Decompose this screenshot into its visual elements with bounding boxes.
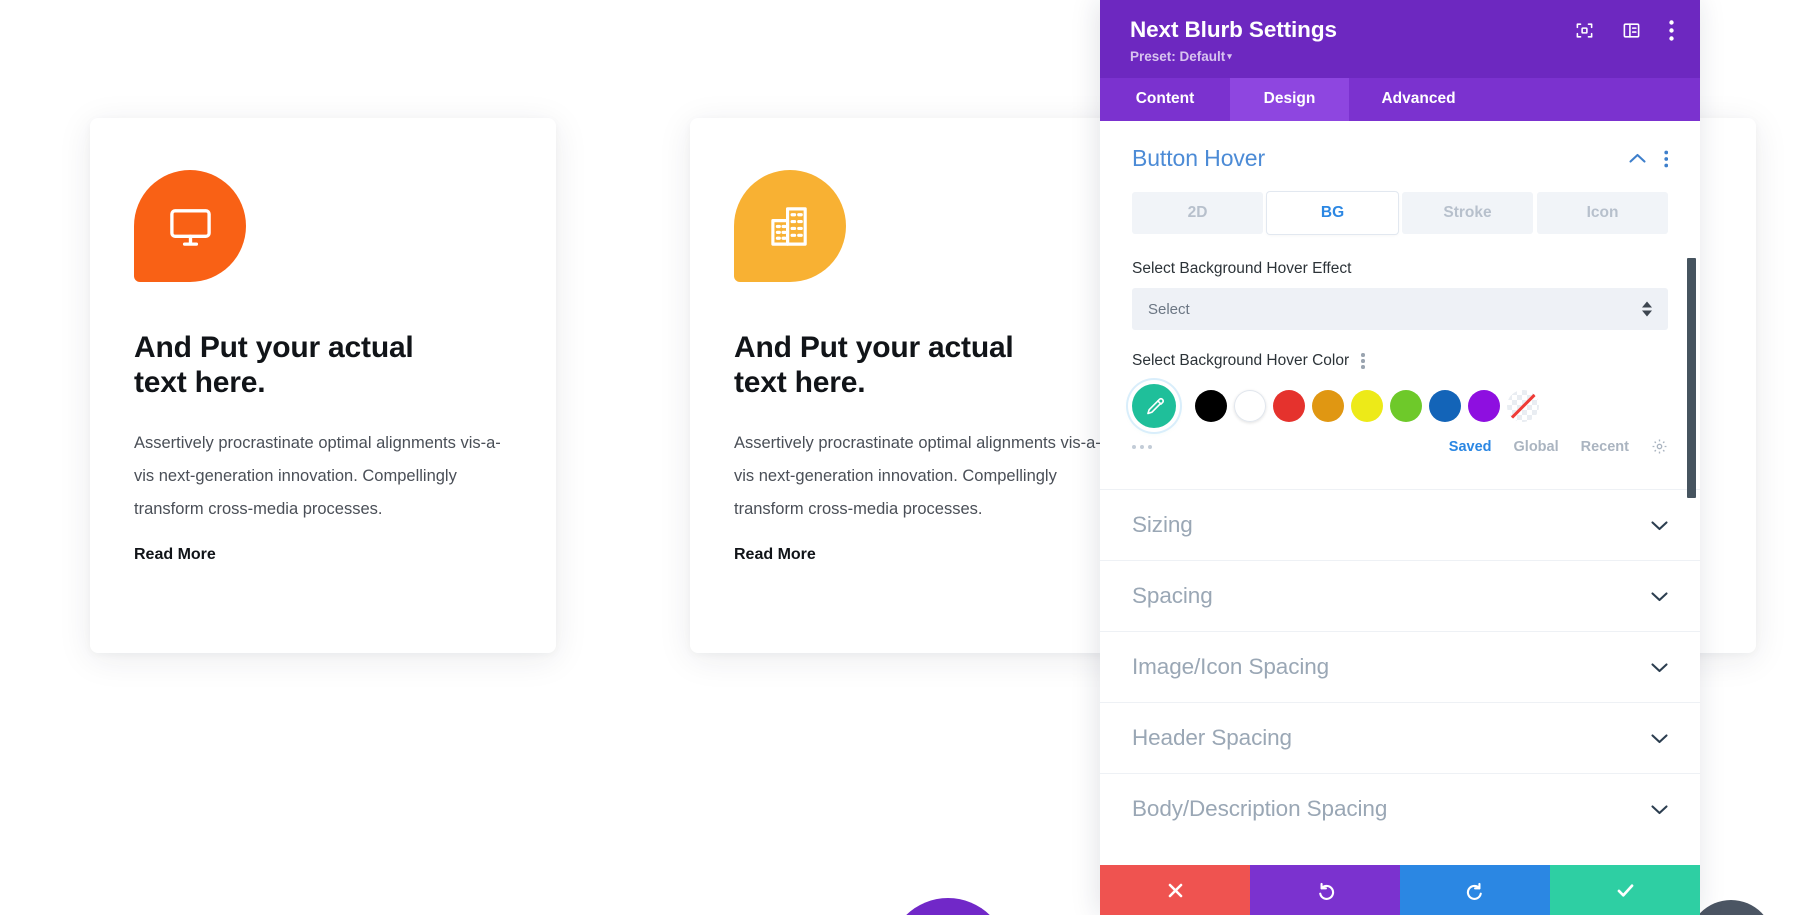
chevron-down-icon <box>1651 591 1668 602</box>
undo-icon <box>1315 880 1336 901</box>
blurb-card[interactable]: And Put your actual text here. Assertive… <box>90 118 556 653</box>
swatch-green[interactable] <box>1390 390 1422 423</box>
accordion-label: Image/Icon Spacing <box>1132 654 1330 680</box>
floating-gray-circle <box>1688 900 1774 915</box>
focus-mode-icon[interactable] <box>1575 21 1594 40</box>
accordion-header-spacing[interactable]: Header Spacing <box>1100 702 1700 773</box>
accordion-label: Spacing <box>1132 583 1213 609</box>
accordion-sizing[interactable]: Sizing <box>1100 489 1700 560</box>
panel-scroll-area: Button Hover 2D BG Stroke Icon Select Ba… <box>1100 121 1700 865</box>
redo-icon <box>1465 880 1486 901</box>
select-arrows-icon <box>1642 301 1652 317</box>
swatch-white[interactable] <box>1234 390 1266 423</box>
scrollbar-thumb[interactable] <box>1687 258 1696 499</box>
settings-panel: Next Blurb Settings Preset: Default ▾ Co… <box>1100 0 1700 915</box>
section-header-button-hover: Button Hover <box>1100 121 1700 192</box>
tab-content[interactable]: Content <box>1100 78 1230 121</box>
swatch-black[interactable] <box>1195 390 1227 423</box>
background-hover-effect-field: Select Background Hover Effect Select <box>1100 260 1700 331</box>
blurb-title: And Put your actual text here. <box>734 331 1014 400</box>
accordion-body-description-spacing[interactable]: Body/Description Spacing <box>1100 773 1700 844</box>
section-actions <box>1628 150 1669 168</box>
accordion-spacing[interactable]: Spacing <box>1100 560 1700 631</box>
panel-scrollbar[interactable] <box>1687 121 1698 865</box>
monitor-icon <box>167 203 214 250</box>
background-hover-effect-select[interactable]: Select <box>1132 288 1668 331</box>
hover-type-toggle-group: 2D BG Stroke Icon <box>1132 192 1668 235</box>
section-title: Button Hover <box>1132 145 1266 172</box>
caret-down-icon: ▾ <box>1227 51 1232 62</box>
panel-tabs: Content Design Advanced <box>1100 78 1700 122</box>
kebab-menu-icon[interactable] <box>1663 150 1669 168</box>
swatch-orange[interactable] <box>1312 390 1344 423</box>
swatch-red[interactable] <box>1273 390 1305 423</box>
palette-tabs: Saved Global Recent <box>1449 438 1668 455</box>
cancel-button[interactable] <box>1100 865 1250 915</box>
floating-purple-circle <box>888 898 1008 915</box>
chevron-down-icon <box>1651 804 1668 815</box>
kebab-menu-icon[interactable] <box>1361 353 1365 369</box>
undo-button[interactable] <box>1250 865 1400 915</box>
kebab-menu-icon[interactable] <box>1669 20 1674 41</box>
blurb-title: And Put your actual text here. <box>134 331 414 400</box>
toggle-bg[interactable]: BG <box>1267 192 1398 235</box>
background-hover-color-label: Select Background Hover Color <box>1132 352 1668 370</box>
building-icon <box>767 203 814 250</box>
toggle-stroke[interactable]: Stroke <box>1402 192 1533 235</box>
swatch-yellow[interactable] <box>1351 390 1383 423</box>
chevron-down-icon <box>1651 733 1668 744</box>
palette-tab-recent[interactable]: Recent <box>1581 439 1629 455</box>
swatch-blue[interactable] <box>1429 390 1461 423</box>
gear-icon[interactable] <box>1651 438 1668 455</box>
accordion-label: Header Spacing <box>1132 725 1292 751</box>
panel-header: Next Blurb Settings Preset: Default ▾ <box>1100 0 1700 79</box>
blurb-icon-blob <box>734 170 846 282</box>
toggle-2d[interactable]: 2D <box>1132 192 1263 235</box>
accordion-label: Sizing <box>1132 512 1193 538</box>
eyedropper-icon[interactable] <box>1132 384 1176 429</box>
blurb-card[interactable]: And Put your actual text here. Assertive… <box>690 118 1156 653</box>
save-button[interactable] <box>1550 865 1700 915</box>
check-icon <box>1615 880 1636 901</box>
design-accordion-list: Sizing Spacing Image/Icon Spacing Header… <box>1100 489 1700 844</box>
blurb-body: Assertively procrastinate optimal alignm… <box>734 433 1101 518</box>
panel-header-actions <box>1575 20 1674 41</box>
color-palette-meta-row: Saved Global Recent <box>1100 428 1700 455</box>
swatch-none[interactable] <box>1507 390 1539 423</box>
background-hover-color-field: Select Background Hover Color <box>1100 352 1700 370</box>
toggle-icon[interactable]: Icon <box>1537 192 1668 235</box>
tab-advanced[interactable]: Advanced <box>1349 78 1488 121</box>
tab-design[interactable]: Design <box>1230 78 1349 122</box>
redo-button[interactable] <box>1400 865 1550 915</box>
field-label-text: Select Background Hover Color <box>1132 352 1350 370</box>
swatch-purple[interactable] <box>1468 390 1500 423</box>
ellipsis-icon[interactable] <box>1132 444 1152 449</box>
preset-selector[interactable]: Preset: Default ▾ <box>1130 49 1670 64</box>
color-swatch-row <box>1100 384 1700 429</box>
panel-footer <box>1100 865 1700 915</box>
blurb-body: Assertively procrastinate optimal alignm… <box>134 433 501 518</box>
chevron-down-icon <box>1651 662 1668 673</box>
select-value: Select <box>1148 300 1190 318</box>
palette-tab-global[interactable]: Global <box>1514 439 1559 455</box>
field-label-text: Select Background Hover Effect <box>1132 260 1352 278</box>
palette-tab-saved[interactable]: Saved <box>1449 439 1492 455</box>
panel-body: Button Hover 2D BG Stroke Icon Select Ba… <box>1100 121 1700 865</box>
background-hover-effect-label: Select Background Hover Effect <box>1132 260 1668 278</box>
close-icon <box>1166 881 1185 900</box>
chevron-down-icon <box>1651 520 1668 531</box>
layout-view-icon[interactable] <box>1622 21 1641 40</box>
preset-label: Preset: Default <box>1130 49 1226 65</box>
read-more-link[interactable]: Read More <box>734 546 816 564</box>
blurb-icon-blob <box>134 170 246 282</box>
read-more-link[interactable]: Read More <box>134 546 216 564</box>
chevron-up-icon[interactable] <box>1628 153 1646 164</box>
accordion-label: Body/Description Spacing <box>1132 796 1388 822</box>
accordion-image-icon-spacing[interactable]: Image/Icon Spacing <box>1100 631 1700 702</box>
